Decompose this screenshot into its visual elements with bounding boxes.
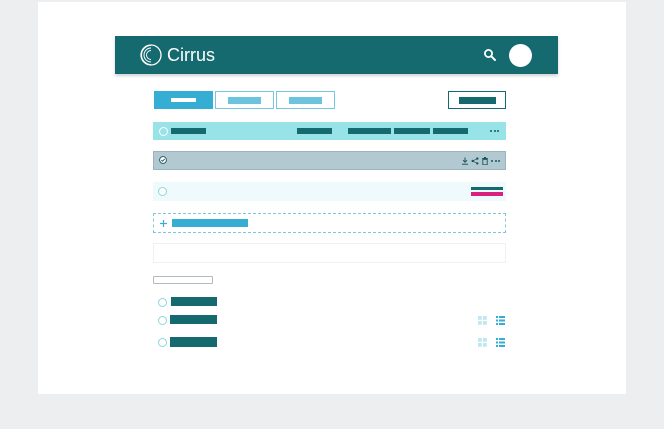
- list-item-label-placeholder: [170, 337, 217, 347]
- column-header-2-placeholder: [297, 128, 332, 134]
- column-header-5-placeholder: [433, 128, 468, 134]
- add-item-label-placeholder: [172, 219, 248, 227]
- app-header: Cirrus: [115, 36, 558, 74]
- action-button[interactable]: [448, 91, 506, 109]
- primary-tab-label-placeholder: [171, 98, 196, 102]
- column-header-3-placeholder: [348, 128, 391, 134]
- radio-circle-icon[interactable]: [158, 338, 167, 347]
- list-item-selected[interactable]: [153, 151, 506, 170]
- badge-bar-teal: [471, 187, 503, 190]
- list-header-row: [153, 122, 506, 140]
- radio-circle-icon[interactable]: [158, 298, 167, 307]
- search-icon[interactable]: [483, 48, 497, 62]
- primary-tab-button[interactable]: [154, 91, 213, 109]
- grid-view-icon[interactable]: [478, 316, 487, 325]
- app-name: Cirrus: [167, 45, 215, 65]
- grid-view-icon[interactable]: [478, 338, 487, 347]
- secondary-tab-label-placeholder: [228, 96, 261, 104]
- plus-icon[interactable]: [160, 220, 167, 227]
- share-icon[interactable]: [471, 157, 479, 165]
- list-item-hover[interactable]: [153, 182, 506, 201]
- list-item-label-placeholder: [171, 297, 217, 306]
- tertiary-tab-label-placeholder: [289, 96, 322, 104]
- section-tab[interactable]: [153, 276, 213, 284]
- list-view-icon[interactable]: [496, 338, 505, 347]
- badge-bar-magenta: [471, 192, 503, 196]
- trash-icon[interactable]: [481, 157, 489, 165]
- column-header-4-placeholder: [394, 128, 430, 134]
- empty-input-field[interactable]: [153, 243, 506, 263]
- avatar[interactable]: [509, 44, 532, 67]
- tertiary-tab-button[interactable]: [276, 91, 335, 109]
- column-header-name-placeholder: [171, 128, 206, 134]
- action-button-label-placeholder: [458, 96, 496, 104]
- secondary-tab-button[interactable]: [215, 91, 274, 109]
- list-item-label-placeholder: [170, 315, 217, 324]
- download-icon[interactable]: [461, 157, 469, 165]
- radio-circle-icon[interactable]: [158, 316, 167, 325]
- check-circle-icon[interactable]: [159, 156, 167, 164]
- add-item-row[interactable]: [153, 213, 506, 233]
- radio-circle-icon[interactable]: [158, 187, 167, 196]
- more-horizontal-icon[interactable]: [491, 160, 500, 162]
- more-horizontal-icon[interactable]: [490, 130, 499, 132]
- cloud-swirl-icon: [140, 44, 162, 66]
- list-view-icon[interactable]: [496, 316, 505, 325]
- radio-circle-icon[interactable]: [159, 127, 168, 136]
